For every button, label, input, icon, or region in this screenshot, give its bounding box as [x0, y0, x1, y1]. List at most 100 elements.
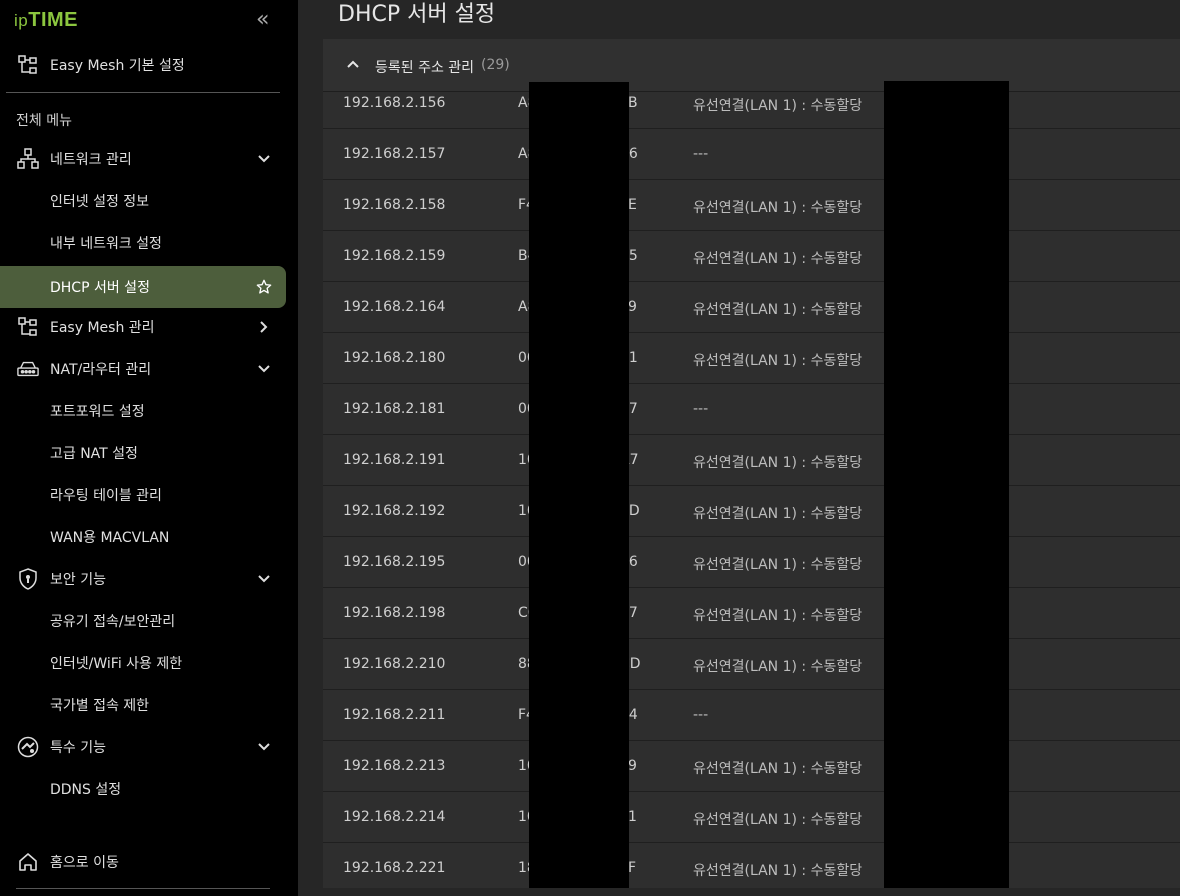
table-row[interactable]: 192.168.2.191 10 A7 유선연결(LAN 1) : 수동할당 — [323, 435, 1180, 486]
mac-address-end: 9 — [628, 758, 637, 774]
menu-item-router-access[interactable]: 공유기 접속/보안관리 — [0, 602, 286, 640]
sidebar: ipTIME « Easy Mesh 기본 설정 전체 메뉴 네트워크 관리 인… — [0, 0, 298, 896]
iptime-logo[interactable]: ipTIME — [14, 9, 78, 32]
menu-item-label: 고급 NAT 설정 — [50, 446, 138, 462]
redaction-block — [884, 81, 1009, 888]
table-row[interactable]: 192.168.2.211F424--- — [323, 690, 1180, 741]
menu-item-routing-table[interactable]: 라우팅 테이블 관리 — [0, 476, 286, 514]
menu-item-easy-mesh-basic[interactable]: Easy Mesh 기본 설정 — [0, 46, 286, 84]
ip-address: 192.168.2.195 — [343, 554, 446, 570]
menu-item-label: 인터넷 설정 정보 — [50, 194, 150, 210]
collapse-sidebar-icon[interactable]: « — [256, 9, 269, 31]
divider — [16, 888, 270, 889]
menu-item-port-forward[interactable]: 포트포워드 설정 — [0, 392, 286, 430]
menu-item-internal-network[interactable]: 내부 네트워크 설정 — [0, 224, 286, 262]
router-icon — [17, 358, 39, 380]
connection-type: 유선연결(LAN 1) : 수동할당 — [693, 455, 863, 471]
mesh-icon — [17, 54, 39, 76]
panel-title: 등록된 주소 관리 — [375, 60, 475, 76]
table-row[interactable]: 192.168.2.1800031유선연결(LAN 1) : 수동할당 — [323, 333, 1180, 384]
table-row[interactable]: 192.168.2.164 A8 9 유선연결(LAN 1) : 수동할당 — [323, 282, 1180, 333]
table-row[interactable]: 192.168.2.192 10 7D 유선연결(LAN 1) : 수동할당 — [323, 486, 1180, 537]
menu-item-label: 인터넷/WiFi 사용 제한 — [50, 656, 183, 672]
menu-item-nat-router[interactable]: NAT/라우터 관리 — [0, 350, 286, 388]
connection-type: 유선연결(LAN 1) : 수동할당 — [693, 302, 863, 318]
divider — [6, 92, 280, 93]
connection-type: --- — [693, 146, 709, 162]
menu-item-label: 포트포워드 설정 — [50, 404, 145, 420]
menu-item-label: WAN용 MACVLAN — [50, 530, 170, 546]
table-row[interactable]: 192.168.2.214 10 1 유선연결(LAN 1) : 수동할당 — [323, 792, 1180, 843]
table-row[interactable]: 192.168.2.156 A8 B 유선연결(LAN 1) : 수동할당 — [323, 78, 1180, 129]
table-row[interactable]: 192.168.2.1810017--- — [323, 384, 1180, 435]
ip-address: 192.168.2.158 — [343, 197, 446, 213]
home-icon — [17, 851, 39, 873]
main-content: DHCP 서버 설정 등록된 주소 관리 (29) 192.168.2.156 A… — [298, 0, 1180, 896]
menu-item-label: 홈으로 이동 — [50, 855, 119, 871]
table-row[interactable]: 192.168.2.157A836--- — [323, 129, 1180, 180]
chevron-down-icon[interactable] — [256, 361, 272, 377]
menu-item-network[interactable]: 네트워크 관리 — [0, 140, 286, 178]
menu-item-internet-wifi-limit[interactable]: 인터넷/WiFi 사용 제한 — [0, 644, 286, 682]
table-row[interactable]: 192.168.2.159B405유선연결(LAN 1) : 수동할당 — [323, 231, 1180, 282]
connection-type: 유선연결(LAN 1) : 수동할당 — [693, 608, 863, 624]
registered-address-panel: 등록된 주소 관리 (29) 192.168.2.156 A8 B 유선연결(LAN … — [323, 39, 1180, 888]
connection-type: 유선연결(LAN 1) : 수동할당 — [693, 557, 863, 573]
special-icon — [17, 736, 39, 758]
ip-address: 192.168.2.191 — [343, 452, 446, 468]
table-row[interactable]: 192.168.2.213 10 9 유선연결(LAN 1) : 수동할당 — [323, 741, 1180, 792]
menu-item-label: DHCP 서버 설정 — [50, 280, 150, 296]
panel-count: (29) — [481, 57, 510, 73]
connection-type: 유선연결(LAN 1) : 수동할당 — [693, 659, 863, 675]
connection-type: 유선연결(LAN 1) : 수동할당 — [693, 761, 863, 777]
table-row[interactable]: 192.168.2.198C007유선연결(LAN 1) : 수동할당 — [323, 588, 1180, 639]
chevron-right-icon[interactable] — [256, 319, 272, 335]
ip-address: 192.168.2.211 — [343, 707, 446, 723]
page-title: DHCP 서버 설정 — [338, 2, 496, 27]
table-row[interactable]: 192.168.2.210 88 CD 유선연결(LAN 1) : 수동할당 — [323, 639, 1180, 690]
connection-type: 유선연결(LAN 1) : 수동할당 — [693, 98, 863, 114]
mac-address-end: 1 — [628, 809, 637, 825]
menu-item-special[interactable]: 특수 기능 — [0, 728, 286, 766]
table-row[interactable]: 192.168.2.1950036유선연결(LAN 1) : 수동할당 — [323, 537, 1180, 588]
connection-type: --- — [693, 401, 709, 417]
ip-address: 192.168.2.198 — [343, 605, 446, 621]
menu-item-security[interactable]: 보안 기능 — [0, 560, 286, 598]
menu-item-home[interactable]: 홈으로 이동 — [0, 843, 286, 881]
menu-item-label: Easy Mesh 관리 — [50, 320, 155, 336]
connection-type: 유선연결(LAN 1) : 수동할당 — [693, 812, 863, 828]
menu-item-label: NAT/라우터 관리 — [50, 362, 152, 378]
mac-address-end: B — [628, 95, 638, 111]
ip-address: 192.168.2.164 — [343, 299, 446, 315]
ip-address: 192.168.2.213 — [343, 758, 446, 774]
redaction-block — [529, 82, 629, 888]
ip-address: 192.168.2.180 — [343, 350, 446, 366]
chevron-up-icon[interactable] — [345, 56, 361, 72]
chevron-down-icon[interactable] — [256, 151, 272, 167]
menu-item-dhcp-server[interactable]: DHCP 서버 설정 — [0, 266, 286, 308]
table-row[interactable]: 192.168.2.158 F4 E 유선연결(LAN 1) : 수동할당 — [323, 180, 1180, 231]
connection-type: 유선연결(LAN 1) : 수동할당 — [693, 863, 863, 879]
connection-type: 유선연결(LAN 1) : 수동할당 — [693, 353, 863, 369]
shield-icon — [17, 568, 39, 590]
menu-item-label: 네트워크 관리 — [50, 152, 132, 168]
menu-item-ddns[interactable]: DDNS 설정 — [0, 770, 286, 808]
menu-item-advanced-nat[interactable]: 고급 NAT 설정 — [0, 434, 286, 472]
section-label: 전체 메뉴 — [16, 113, 72, 129]
menu-item-label: 보안 기능 — [50, 572, 106, 588]
table-row[interactable]: 192.168.2.221 18 F 유선연결(LAN 1) : 수동할당 — [323, 843, 1180, 888]
menu-item-easy-mesh[interactable]: Easy Mesh 관리 — [0, 308, 286, 346]
ip-address: 192.168.2.214 — [343, 809, 446, 825]
menu-item-country-block[interactable]: 국가별 접속 제한 — [0, 686, 286, 724]
menu-item-label: 공유기 접속/보안관리 — [50, 614, 176, 630]
menu-item-internet-info[interactable]: 인터넷 설정 정보 — [0, 182, 286, 220]
menu-item-wan-macvlan[interactable]: WAN용 MACVLAN — [0, 518, 286, 556]
connection-type: 유선연결(LAN 1) : 수동할당 — [693, 506, 863, 522]
star-icon[interactable] — [256, 279, 272, 295]
ip-address: 192.168.2.159 — [343, 248, 446, 264]
connection-type: 유선연결(LAN 1) : 수동할당 — [693, 251, 863, 267]
menu-item-label: 특수 기능 — [50, 740, 106, 756]
chevron-down-icon[interactable] — [256, 739, 272, 755]
chevron-down-icon[interactable] — [256, 571, 272, 587]
ip-address: 192.168.2.181 — [343, 401, 446, 417]
